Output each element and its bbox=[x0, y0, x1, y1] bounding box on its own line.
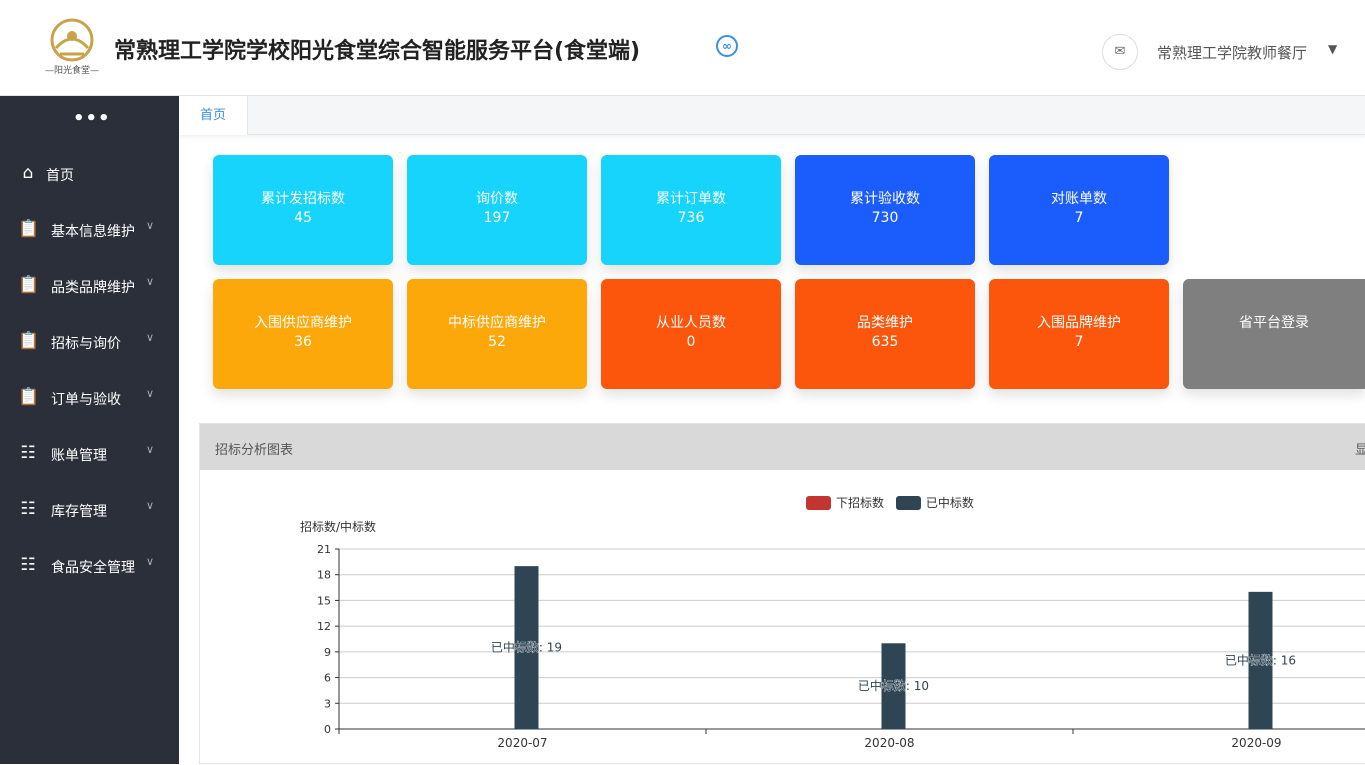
y-tick-label: 18 bbox=[317, 569, 331, 582]
province-login-button[interactable]: 省平台登录 bbox=[1183, 279, 1365, 389]
tab-bar: 首页 bbox=[179, 96, 1365, 135]
data-label: 已中标数: 10 bbox=[858, 678, 929, 693]
chevron-down-icon: ∨ bbox=[146, 219, 155, 232]
stat-card-value: 45 bbox=[294, 210, 312, 226]
stat-card-title: 中标供应商维护 bbox=[448, 315, 546, 331]
stat-card-title: 累计验收数 bbox=[850, 191, 920, 207]
stat-card-value: 197 bbox=[483, 210, 511, 226]
chevron-down-icon: ∨ bbox=[146, 387, 155, 400]
y-tick-label: 0 bbox=[324, 723, 331, 736]
stat-card-value: 736 bbox=[677, 210, 705, 226]
stat-card-brands[interactable]: 入围品牌维护 7 bbox=[989, 279, 1169, 389]
app-header: —阳光食堂— 常熟理工学院学校阳光食堂综合智能服务平台(食堂端) ∞ ✉ 常熟理… bbox=[0, 0, 1365, 96]
sidebar-item-bills[interactable]: ☷ 账单管理 ∨ bbox=[0, 434, 179, 474]
ledger-icon: ☷ bbox=[20, 443, 36, 463]
stat-card-title: 对账单数 bbox=[1051, 191, 1107, 207]
clipboard-icon: 📋 bbox=[18, 219, 40, 239]
bid-chart: 招标数/中标数 0 3 6 9 12 15 18 21 2020-07 已中标数: 19 2020-0… bbox=[300, 519, 1365, 750]
y-tick-label: 12 bbox=[317, 620, 331, 633]
stat-card-title: 询价数 bbox=[476, 191, 518, 207]
x-tick-label: 2020-09 bbox=[1231, 736, 1281, 750]
link-icon[interactable]: ∞ bbox=[716, 35, 738, 57]
stat-card-value: 635 bbox=[871, 334, 899, 350]
stat-card-inquiries[interactable]: 询价数 197 bbox=[407, 155, 587, 265]
caret-down-icon[interactable]: ▼ bbox=[1328, 42, 1337, 56]
y-axis-label: 招标数/中标数 bbox=[300, 519, 376, 534]
stat-card-staff[interactable]: 从业人员数 0 bbox=[601, 279, 781, 389]
stat-card-bids[interactable]: 累计发招标数 45 bbox=[213, 155, 393, 265]
stat-card-value: 7 bbox=[1074, 210, 1084, 226]
data-label: 已中标数: 16 bbox=[1225, 652, 1296, 667]
sidebar-item-label: 品类品牌维护 bbox=[51, 280, 135, 296]
bid-analysis-panel: 招标分析图表 显 下招标数 已中标数 招标数/中标数 0 3 6 9 12 15 18 21 20… bbox=[199, 423, 1365, 764]
sidebar-item-basic-info[interactable]: 📋 基本信息维护 ∨ bbox=[0, 210, 179, 250]
sidebar-item-home[interactable]: ⌂ 首页 bbox=[0, 154, 179, 194]
sidebar-item-label: 账单管理 bbox=[51, 448, 107, 464]
sidebar-item-food-safety[interactable]: ☷ 食品安全管理 ∨ bbox=[0, 546, 179, 586]
more-icon[interactable]: ••• bbox=[73, 108, 111, 129]
chevron-down-icon: ∨ bbox=[146, 555, 155, 568]
sidebar-item-label: 首页 bbox=[46, 168, 74, 184]
stat-card-acceptances[interactable]: 累计验收数 730 bbox=[795, 155, 975, 265]
stat-card-title: 省平台登录 bbox=[1239, 315, 1309, 331]
y-tick-label: 9 bbox=[324, 646, 331, 659]
stat-card-title: 累计发招标数 bbox=[261, 191, 345, 207]
y-tick-label: 3 bbox=[324, 697, 331, 710]
ledger-icon: ☷ bbox=[20, 499, 36, 519]
sidebar-item-inventory[interactable]: ☷ 库存管理 ∨ bbox=[0, 490, 179, 530]
stat-card-value: 36 bbox=[294, 334, 312, 350]
chevron-down-icon: ∨ bbox=[146, 275, 155, 288]
sidebar-item-label: 招标与询价 bbox=[51, 336, 121, 352]
stat-card-value: 52 bbox=[488, 334, 506, 350]
home-icon: ⌂ bbox=[22, 163, 34, 183]
app-title: 常熟理工学院学校阳光食堂综合智能服务平台(食堂端) bbox=[114, 39, 641, 64]
sidebar-item-orders[interactable]: 📋 订单与验收 ∨ bbox=[0, 378, 179, 418]
sidebar-item-bidding[interactable]: 📋 招标与询价 ∨ bbox=[0, 322, 179, 362]
stat-card-title: 品类维护 bbox=[857, 315, 913, 331]
chevron-down-icon: ∨ bbox=[146, 331, 155, 344]
ledger-icon: ☷ bbox=[20, 555, 36, 575]
mail-icon[interactable]: ✉ bbox=[1102, 34, 1138, 70]
x-tick-label: 2020-08 bbox=[864, 736, 914, 750]
user-menu[interactable]: 常熟理工学院教师餐厅 bbox=[1157, 42, 1307, 63]
y-tick-label: 6 bbox=[324, 672, 331, 685]
sidebar: ••• ⌂ 首页 📋 基本信息维护 ∨ 📋 品类品牌维护 ∨ 📋 招标与询价 ∨… bbox=[0, 96, 179, 764]
tab-home[interactable]: 首页 bbox=[179, 96, 248, 135]
stat-card-winning-suppliers[interactable]: 中标供应商维护 52 bbox=[407, 279, 587, 389]
sidebar-item-label: 食品安全管理 bbox=[51, 560, 135, 576]
stat-card-title: 入围供应商维护 bbox=[254, 315, 352, 331]
clipboard-icon: 📋 bbox=[18, 331, 40, 351]
data-label: 已中标数: 19 bbox=[491, 640, 562, 655]
stat-card-value: 0 bbox=[686, 334, 696, 350]
sidebar-item-label: 订单与验收 bbox=[51, 392, 121, 408]
sidebar-item-label: 库存管理 bbox=[51, 504, 107, 520]
stat-card-orders[interactable]: 累计订单数 736 bbox=[601, 155, 781, 265]
x-tick-label: 2020-07 bbox=[497, 736, 547, 750]
logo-text: —阳光食堂— bbox=[44, 66, 99, 76]
clipboard-icon: 📋 bbox=[18, 387, 40, 407]
y-tick-label: 21 bbox=[317, 543, 331, 556]
clipboard-icon: 📋 bbox=[18, 275, 40, 295]
stat-card-statements[interactable]: 对账单数 7 bbox=[989, 155, 1169, 265]
stat-card-title: 入围品牌维护 bbox=[1037, 315, 1121, 331]
sidebar-item-category-brand[interactable]: 📋 品类品牌维护 ∨ bbox=[0, 266, 179, 306]
stat-card-title: 从业人员数 bbox=[656, 315, 726, 331]
stat-card-shortlisted-suppliers[interactable]: 入围供应商维护 36 bbox=[213, 279, 393, 389]
chevron-down-icon: ∨ bbox=[146, 499, 155, 512]
stat-card-value: 730 bbox=[871, 210, 899, 226]
chevron-down-icon: ∨ bbox=[146, 443, 155, 456]
stat-card-value: 7 bbox=[1074, 334, 1084, 350]
stat-card-categories[interactable]: 品类维护 635 bbox=[795, 279, 975, 389]
sidebar-item-label: 基本信息维护 bbox=[51, 224, 135, 240]
stat-card-title: 累计订单数 bbox=[656, 191, 726, 207]
y-tick-label: 15 bbox=[317, 594, 331, 607]
